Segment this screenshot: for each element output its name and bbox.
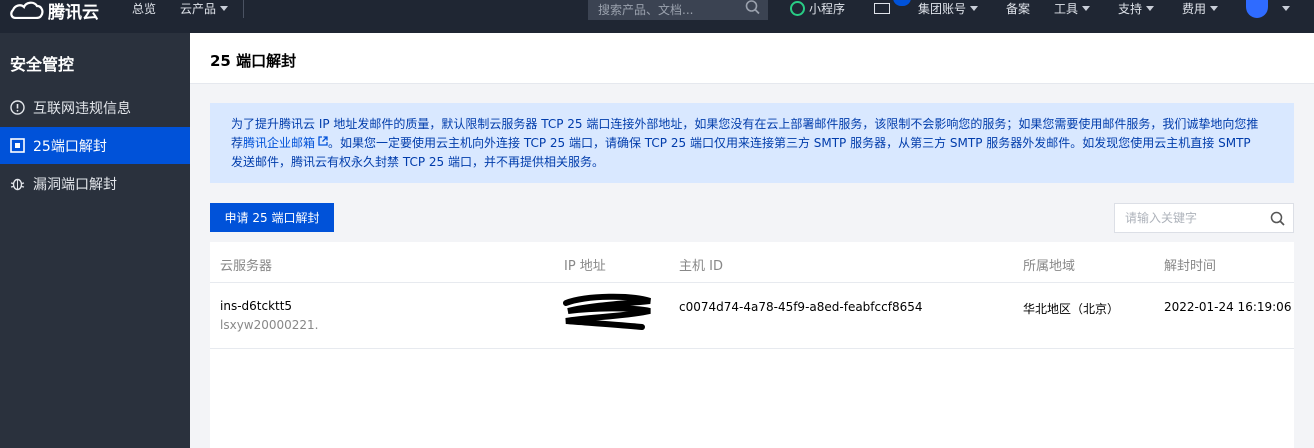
sidebar-item-label: 25端口解封 — [33, 138, 107, 155]
mini-program-icon — [790, 0, 805, 16]
top-navbar: 腾讯云 总览 云产品 小程序 集团账号 备案 工具 支持 费用 — [0, 0, 1314, 33]
notice-prefix: 荐 — [231, 136, 244, 150]
notice-line-3: 发送邮件，腾讯云有权永久封禁 TCP 25 端口，并不再提供相关服务。 — [231, 155, 604, 169]
billing-label: 费用 — [1182, 1, 1207, 16]
keyword-search-input[interactable] — [1125, 211, 1265, 225]
user-avatar[interactable] — [1246, 0, 1268, 18]
chevron-down-icon — [1146, 5, 1155, 11]
region: 华北地区（北京） — [1023, 302, 1120, 316]
sidebar: 安全管控 互联网违规信息 25端口解封 漏洞端口解封 — [0, 33, 190, 448]
column-ip: IP 地址 — [564, 259, 606, 274]
table-row: ins-d6tcktt5 lsxyw20000221. c0074d74-4a7… — [210, 283, 1294, 349]
mail-icon — [874, 2, 890, 14]
nav-products-dropdown[interactable]: 云产品 — [180, 0, 229, 16]
chevron-down-icon — [1210, 5, 1219, 11]
column-region: 所属地域 — [1023, 259, 1076, 274]
group-account-label: 集团账号 — [918, 1, 967, 16]
global-search[interactable] — [588, 0, 768, 20]
chevron-down-icon — [970, 5, 979, 11]
mail-button[interactable] — [874, 0, 890, 16]
support-label: 支持 — [1118, 1, 1143, 16]
chevron-down-icon — [1082, 5, 1091, 11]
global-search-input[interactable] — [598, 3, 738, 17]
unblock-time: 2022-01-24 16:19:06 — [1164, 300, 1292, 314]
bug-icon — [10, 176, 25, 191]
external-link-icon[interactable] — [318, 136, 328, 146]
redacted-ip-scribble — [563, 293, 651, 330]
column-time: 解封时间 — [1164, 259, 1217, 274]
tencent-cloud-logo[interactable]: 腾讯云 — [10, 0, 99, 23]
sidebar-item-vuln-ports[interactable]: 漏洞端口解封 — [0, 165, 190, 202]
port-icon — [10, 138, 25, 153]
notice-rest: 。如果您一定要使用云主机向外连接 TCP 25 端口，请确保 TCP 25 端口… — [328, 136, 1251, 150]
server-name: lsxyw20000221. — [220, 318, 319, 332]
nav-divider — [243, 0, 244, 18]
filing-link[interactable]: 备案 — [1006, 0, 1030, 16]
group-account-dropdown[interactable]: 集团账号 — [918, 0, 979, 16]
column-host-id: 主机 ID — [679, 259, 723, 274]
nav-overview-label: 总览 — [132, 1, 157, 16]
server-id[interactable]: ins-d6tcktt5 — [220, 299, 292, 313]
page-header: 25 端口解封 — [190, 33, 1314, 84]
support-dropdown[interactable]: 支持 — [1118, 0, 1155, 16]
filing-label: 备案 — [1006, 1, 1031, 16]
search-icon[interactable] — [1270, 211, 1285, 226]
notice-banner: 为了提升腾讯云 IP 地址发邮件的质量，默认限制云服务器 TCP 25 端口连接… — [210, 103, 1294, 183]
nav-products-label: 云产品 — [180, 1, 217, 16]
sidebar-item-label: 互联网违规信息 — [33, 100, 131, 117]
tencent-exmail-link[interactable]: 腾讯企业邮箱 — [243, 136, 315, 150]
billing-dropdown[interactable]: 费用 — [1182, 0, 1219, 16]
host-id: c0074d74-4a78-45f9-a8ed-feabfccf8654 — [679, 300, 923, 314]
sidebar-item-label: 漏洞端口解封 — [33, 176, 117, 193]
sidebar-title: 安全管控 — [10, 55, 75, 74]
nav-overview[interactable]: 总览 — [132, 0, 156, 16]
chevron-down-icon — [220, 5, 229, 11]
tools-label: 工具 — [1054, 1, 1079, 16]
notification-badge — [893, 0, 911, 6]
cloud-logo-icon — [10, 1, 44, 19]
user-menu-toggle[interactable] — [1282, 0, 1290, 16]
chevron-down-icon — [1282, 5, 1290, 11]
search-icon[interactable] — [745, 0, 760, 16]
apply-port25-button[interactable]: 申请 25 端口解封 — [210, 203, 334, 232]
sidebar-item-port25[interactable]: 25端口解封 — [0, 127, 190, 164]
brand-name: 腾讯云 — [48, 2, 99, 23]
table-header: 云服务器 IP 地址 主机 ID 所属地域 解封时间 — [210, 242, 1294, 283]
sidebar-item-violations[interactable]: 互联网违规信息 — [0, 89, 190, 126]
page-title: 25 端口解封 — [210, 52, 297, 70]
notice-line-1: 为了提升腾讯云 IP 地址发邮件的质量，默认限制云服务器 TCP 25 端口连接… — [231, 117, 1259, 131]
exclamation-circle-icon — [10, 100, 25, 115]
notice-line-2: 荐腾讯企业邮箱 。如果您一定要使用云主机向外连接 TCP 25 端口，请确保 TC… — [231, 134, 1272, 153]
unblock-table: 云服务器 IP 地址 主机 ID 所属地域 解封时间 ins-d6tcktt5 … — [210, 242, 1294, 448]
keyword-search[interactable] — [1114, 203, 1294, 233]
mini-program-link[interactable]: 小程序 — [790, 0, 845, 16]
column-server: 云服务器 — [220, 259, 273, 274]
mini-program-label: 小程序 — [809, 1, 846, 16]
tools-dropdown[interactable]: 工具 — [1054, 0, 1091, 16]
